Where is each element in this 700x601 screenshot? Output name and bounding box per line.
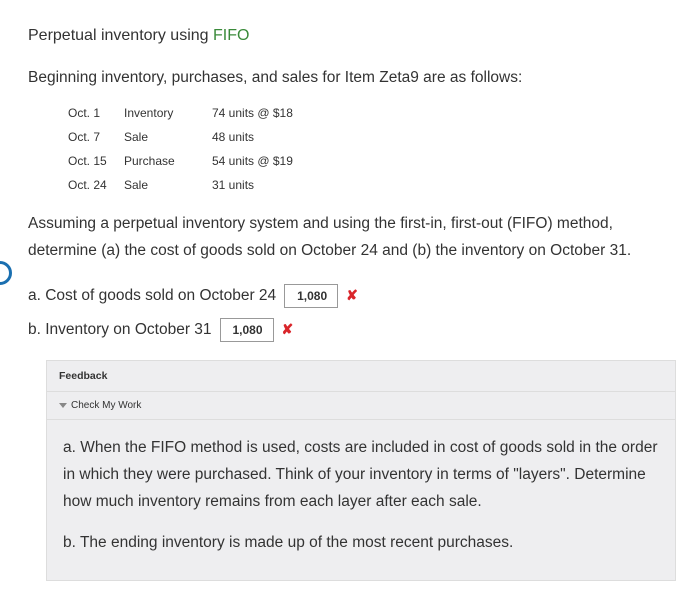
table-row: Oct. 15 Purchase 54 units @ $19 — [68, 149, 672, 173]
answer-line-b: b. Inventory on October 31 1,080 ✘ — [28, 318, 672, 342]
feedback-header: Feedback — [47, 361, 675, 392]
answer-b-label: b. Inventory on October 31 — [28, 318, 212, 341]
row-type: Sale — [124, 176, 212, 194]
answer-line-a: a. Cost of goods sold on October 24 1,08… — [28, 284, 672, 308]
row-detail: 74 units @ $18 — [212, 104, 293, 122]
inventory-table: Oct. 1 Inventory 74 units @ $18 Oct. 7 S… — [68, 101, 672, 197]
incorrect-icon: ✘ — [282, 319, 294, 340]
intro-text: Beginning inventory, purchases, and sale… — [28, 66, 672, 89]
page-title: Perpetual inventory using FIFO — [28, 24, 672, 48]
feedback-para-a: a. When the FIFO method is used, costs a… — [63, 434, 659, 515]
feedback-para-b: b. The ending inventory is made up of th… — [63, 529, 659, 556]
answer-a-label: a. Cost of goods sold on October 24 — [28, 284, 276, 307]
title-method: FIFO — [213, 27, 249, 44]
row-date: Oct. 7 — [68, 128, 124, 146]
row-detail: 48 units — [212, 128, 254, 146]
check-my-work-toggle[interactable]: Check My Work — [47, 392, 675, 420]
row-detail: 31 units — [212, 176, 254, 194]
answer-b-input[interactable]: 1,080 — [220, 318, 274, 342]
table-row: Oct. 1 Inventory 74 units @ $18 — [68, 101, 672, 125]
row-type: Purchase — [124, 152, 212, 170]
answer-a-input[interactable]: 1,080 — [284, 284, 338, 308]
incorrect-icon: ✘ — [346, 285, 358, 306]
table-row: Oct. 24 Sale 31 units — [68, 173, 672, 197]
feedback-body: a. When the FIFO method is used, costs a… — [47, 420, 675, 581]
title-prefix: Perpetual inventory using — [28, 27, 213, 44]
chevron-down-icon — [59, 403, 67, 408]
row-type: Sale — [124, 128, 212, 146]
row-type: Inventory — [124, 104, 212, 122]
row-date: Oct. 24 — [68, 176, 124, 194]
question-text: Assuming a perpetual inventory system an… — [28, 211, 672, 264]
row-date: Oct. 15 — [68, 152, 124, 170]
row-detail: 54 units @ $19 — [212, 152, 293, 170]
check-my-work-label: Check My Work — [71, 398, 141, 413]
highlight-ring-icon — [0, 261, 12, 285]
table-row: Oct. 7 Sale 48 units — [68, 125, 672, 149]
feedback-panel: Feedback Check My Work a. When the FIFO … — [46, 360, 676, 581]
row-date: Oct. 1 — [68, 104, 124, 122]
answers-block: a. Cost of goods sold on October 24 1,08… — [28, 284, 672, 342]
